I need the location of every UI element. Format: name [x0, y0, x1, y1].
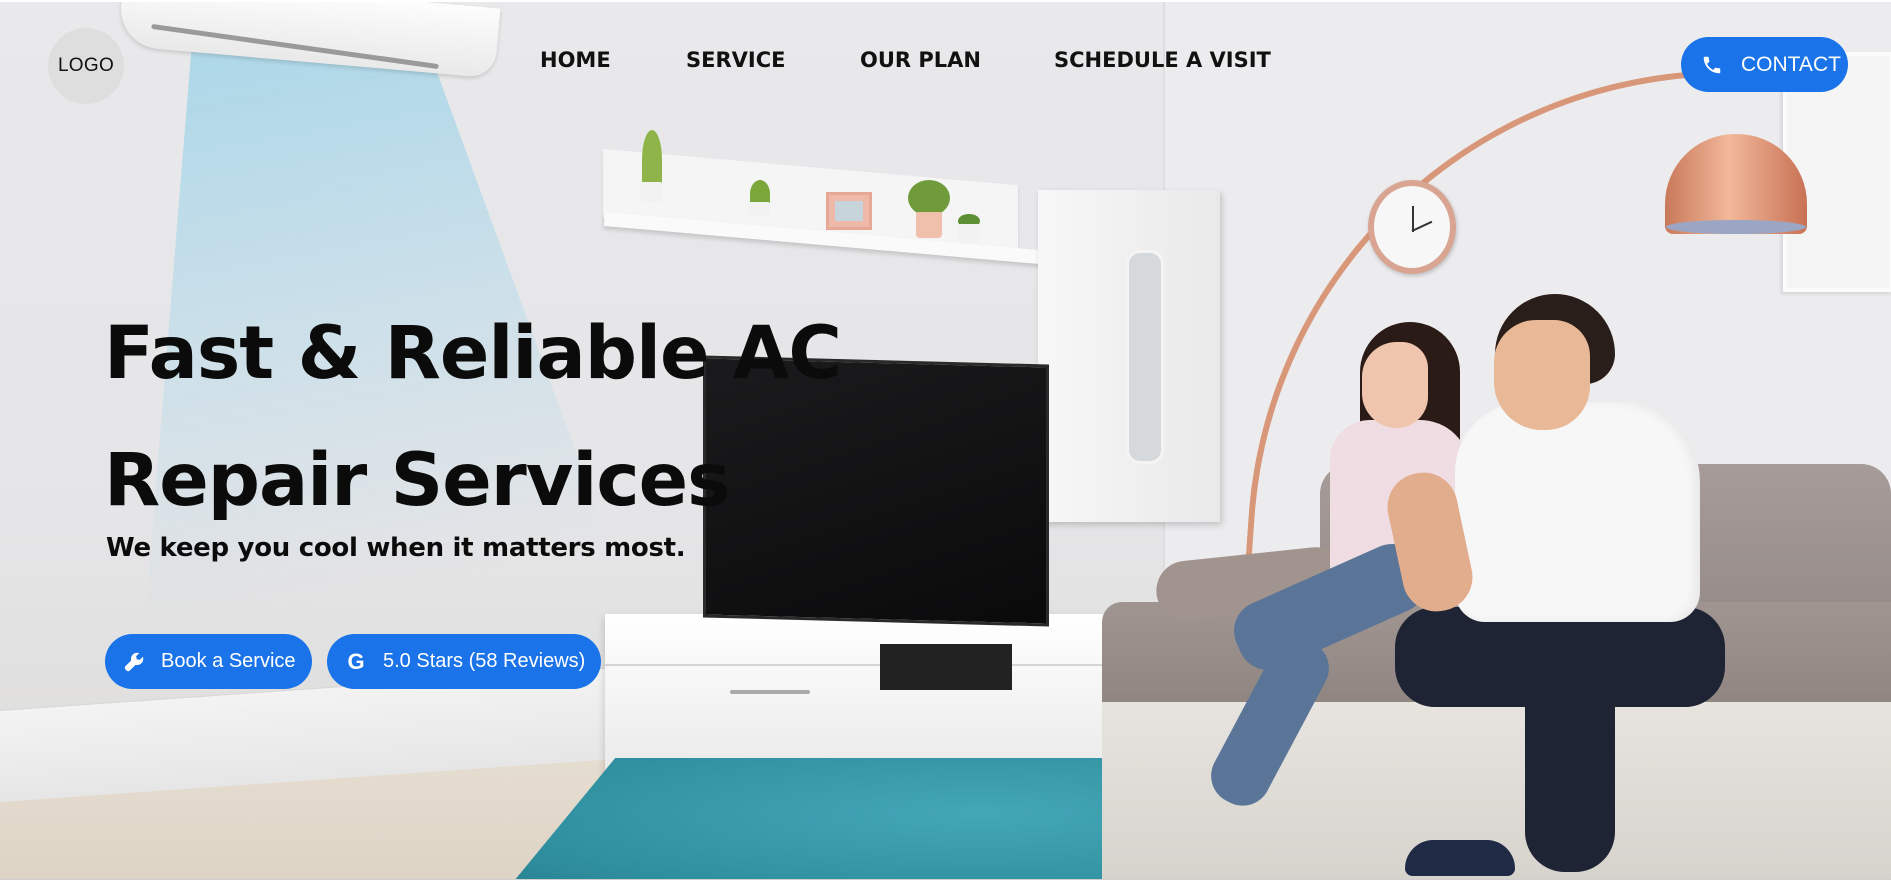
- book-service-button[interactable]: Book a Service: [105, 634, 312, 689]
- drawer-handle: [730, 690, 810, 694]
- wall-cabinet: [1038, 190, 1220, 522]
- clock-minute-hand: [1411, 220, 1433, 232]
- lamp-shade-rim: [1666, 220, 1806, 234]
- wall-clock: [1368, 180, 1456, 274]
- contact-button[interactable]: CONTACT: [1681, 37, 1848, 92]
- plant-decor: [642, 130, 662, 190]
- nav-item-home[interactable]: HOME: [540, 48, 611, 72]
- reviews-label: 5.0 Stars (58 Reviews): [383, 650, 586, 672]
- plant-pot: [748, 202, 770, 216]
- nav-item-schedule-a-visit[interactable]: SCHEDULE A VISIT: [1054, 48, 1271, 72]
- plant-pot: [958, 224, 980, 244]
- hero-title: Fast & Reliable AC Repair Services: [104, 290, 864, 544]
- photo-frame: [826, 192, 872, 230]
- book-service-label: Book a Service: [161, 650, 296, 672]
- phone-icon: [1701, 54, 1723, 76]
- succulent-decor: [908, 180, 950, 216]
- stand-divider: [605, 664, 1105, 666]
- photo: [835, 201, 863, 221]
- main-navigation: HOME SERVICE OUR PLAN SCHEDULE A VISIT: [0, 48, 1891, 78]
- man-pants: [1395, 607, 1725, 707]
- media-player: [880, 644, 1012, 690]
- man-shoe: [1405, 840, 1515, 876]
- nav-item-service[interactable]: SERVICE: [686, 48, 785, 72]
- plant-pot: [640, 182, 662, 202]
- google-reviews-button[interactable]: G 5.0 Stars (58 Reviews): [327, 634, 601, 689]
- hero-subtitle: We keep you cool when it matters most.: [106, 533, 686, 563]
- google-icon: G: [347, 648, 365, 674]
- contact-label: CONTACT: [1741, 52, 1841, 76]
- plant-pot: [916, 212, 942, 238]
- man-face: [1494, 320, 1590, 430]
- nav-item-our-plan[interactable]: OUR PLAN: [860, 48, 981, 72]
- man-shirt: [1455, 402, 1700, 622]
- hero-title-line-1: Fast & Reliable AC: [104, 311, 842, 396]
- cabinet-glass: [1126, 250, 1164, 464]
- woman-face: [1362, 342, 1428, 428]
- wrench-icon: [123, 651, 145, 673]
- hero-title-line-2: Repair Services: [104, 438, 731, 523]
